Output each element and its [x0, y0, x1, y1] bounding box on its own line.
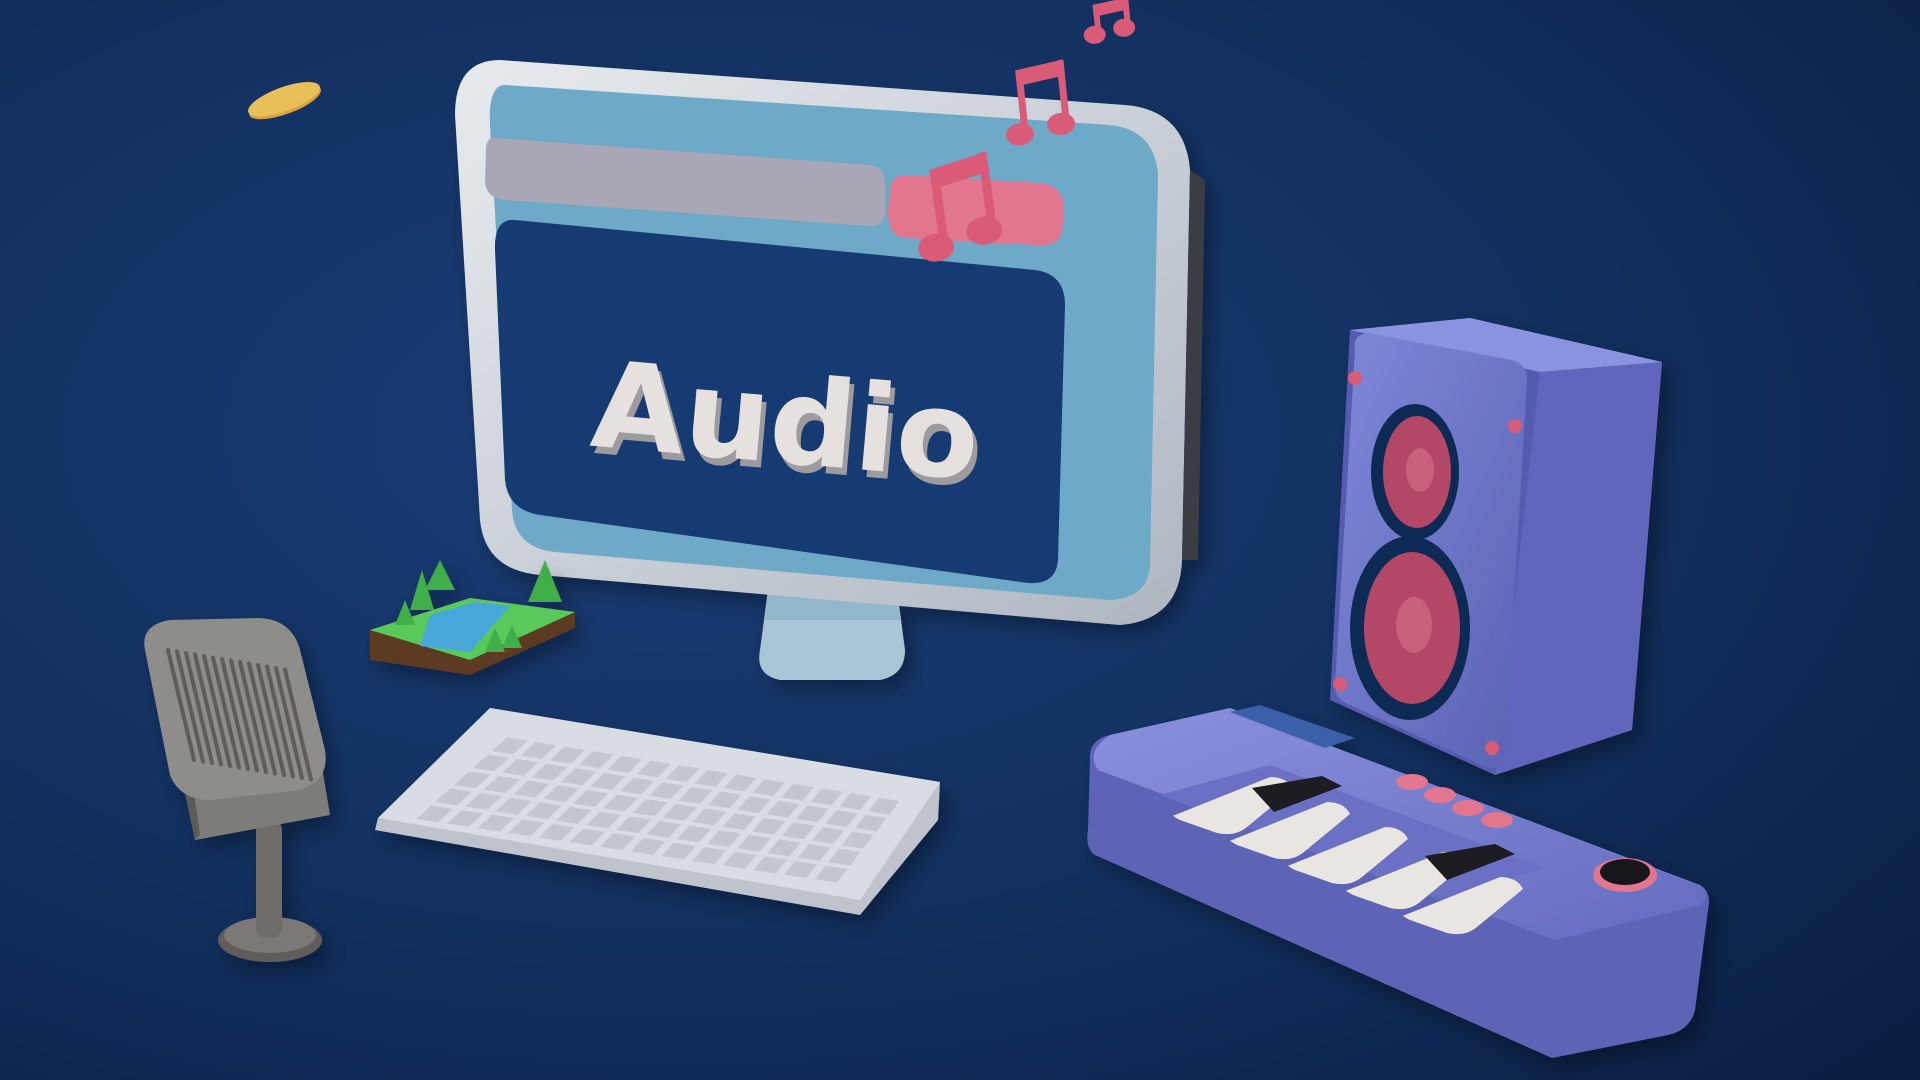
- scene-illustration: Audio Audio: [0, 0, 1920, 1080]
- audio-workstation-scene: Audio Audio: [0, 0, 1920, 1080]
- speaker-icon: [1330, 318, 1662, 775]
